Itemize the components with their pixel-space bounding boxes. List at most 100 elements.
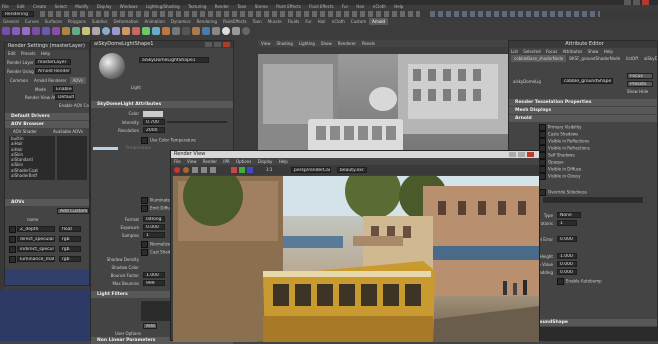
mesh-displays-header[interactable]: Mesh Displays bbox=[509, 107, 657, 114]
bounce-factor-field[interactable]: 1.000 bbox=[143, 272, 165, 278]
aovs-header[interactable]: AOVs bbox=[5, 199, 89, 206]
aov-list-item[interactable]: alShaderBrdf bbox=[11, 173, 55, 178]
maximize-button[interactable] bbox=[214, 42, 221, 47]
aov-name-field[interactable]: direct_specular bbox=[17, 236, 55, 242]
shelf-tab-surfaces[interactable]: Surfaces bbox=[42, 18, 65, 25]
cube-icon[interactable] bbox=[12, 27, 20, 35]
channel-select[interactable]: beauty.exr bbox=[337, 167, 367, 173]
aov-enable-checkbox[interactable] bbox=[9, 256, 16, 263]
tab-common[interactable]: Common bbox=[7, 77, 31, 84]
aov-type-select[interactable]: rgb bbox=[59, 256, 81, 262]
opaque[interactable]: Opaque bbox=[539, 159, 649, 166]
skydome-shape-name[interactable]: aiSkyDomeLightShape1 bbox=[139, 57, 209, 63]
render-layer-select[interactable]: masterLayer bbox=[35, 59, 71, 65]
render-icon[interactable] bbox=[174, 167, 180, 173]
shape-name-field[interactable]: cobble_groundShape bbox=[561, 78, 613, 84]
tea-icon[interactable] bbox=[232, 27, 240, 35]
viewport-menu-renderer[interactable]: Renderer bbox=[335, 40, 359, 47]
close-button[interactable] bbox=[642, 0, 649, 5]
render-using-select[interactable]: Arnold Renderer bbox=[35, 68, 71, 74]
use-color-temp-checkbox[interactable] bbox=[141, 137, 148, 144]
viewport-menu-view[interactable]: View bbox=[258, 40, 274, 47]
checkbox[interactable] bbox=[539, 173, 546, 180]
minimize-button[interactable] bbox=[509, 152, 516, 157]
rv-menu-view[interactable]: View bbox=[187, 159, 197, 164]
disp-height-field[interactable]: 1.000 bbox=[557, 253, 577, 259]
rs-menu-presets[interactable]: Presets bbox=[21, 51, 36, 56]
texture-icon[interactable] bbox=[162, 27, 170, 35]
menu-render[interactable]: Render bbox=[215, 4, 229, 9]
cast-shadows-checkbox[interactable] bbox=[141, 249, 148, 256]
aov-enable-checkbox[interactable] bbox=[9, 246, 16, 253]
shelf-tab-rendering[interactable]: Rendering bbox=[194, 18, 220, 25]
refresh-icon[interactable] bbox=[192, 167, 198, 173]
aov-row[interactable]: indirect_specular rgb bbox=[7, 245, 89, 253]
menu-paint-effects[interactable]: Paint Effects bbox=[276, 4, 301, 9]
resolution-field[interactable]: 2000 bbox=[143, 127, 165, 133]
add-custom-button[interactable]: Add Custom bbox=[57, 208, 89, 214]
aov-enable-checkbox[interactable] bbox=[9, 226, 16, 233]
menu-texturing[interactable]: Texturing bbox=[188, 4, 206, 9]
cone-icon[interactable] bbox=[32, 27, 40, 35]
rendered-image[interactable] bbox=[173, 176, 539, 342]
aov-name-field[interactable]: Z_depth bbox=[17, 226, 55, 232]
camera-select[interactable]: persp/renderCamera bbox=[291, 167, 331, 173]
visible-in-glossy[interactable]: Visible in Glossy bbox=[539, 173, 649, 180]
temperature-slider[interactable] bbox=[93, 147, 118, 150]
shelf-tab-polygons[interactable]: Polygons bbox=[65, 18, 89, 25]
channel-g-icon[interactable] bbox=[239, 167, 245, 173]
hide-button[interactable]: Hide bbox=[639, 89, 648, 94]
sphere-icon[interactable] bbox=[2, 27, 10, 35]
aov-type-select[interactable]: float bbox=[59, 226, 81, 232]
aov-row[interactable]: luminance_matte rgb bbox=[7, 255, 89, 263]
skydome-attributes-header[interactable]: SkyDomeLight Attributes bbox=[91, 101, 233, 108]
primary-visibility[interactable]: Primary Visibility bbox=[539, 124, 649, 131]
aov-name-field[interactable]: indirect_specular bbox=[17, 246, 55, 252]
render-view-aov-select[interactable]: Default bbox=[55, 94, 75, 100]
snapshot-icon[interactable] bbox=[210, 167, 216, 173]
shelf-tab-painteffects[interactable]: PaintEffects bbox=[220, 18, 250, 25]
rae-menu-show[interactable]: Show bbox=[588, 49, 599, 54]
menu-display[interactable]: Display bbox=[97, 4, 112, 9]
checkbox[interactable] bbox=[539, 131, 546, 138]
show-button[interactable]: Show bbox=[627, 89, 638, 94]
subdivisions-swatch[interactable] bbox=[543, 197, 643, 203]
visible-in-refractions[interactable]: Visible in Refractions bbox=[539, 145, 649, 152]
aov-shader-list[interactable]: builtin aiHair aiHair alSkin aiStandard … bbox=[9, 136, 55, 180]
intensity-field[interactable]: 0.700 bbox=[143, 119, 165, 125]
render-tessellation-header[interactable]: Render Tesselation Properties bbox=[509, 99, 657, 106]
rs-menu-help[interactable]: Help bbox=[41, 51, 50, 56]
shader-icon[interactable] bbox=[132, 27, 140, 35]
illuminates-checkbox[interactable] bbox=[141, 197, 148, 204]
skydome-icon[interactable] bbox=[102, 27, 110, 35]
viewport-menu-lighting[interactable]: Lighting bbox=[296, 40, 318, 47]
shelf-tab-subdivs[interactable]: Subdivs bbox=[89, 18, 111, 25]
light-filters-list[interactable] bbox=[141, 301, 171, 321]
plane-icon[interactable] bbox=[42, 27, 50, 35]
menu-toon[interactable]: Toon bbox=[237, 4, 246, 9]
aov-name-field[interactable]: luminance_matte bbox=[17, 256, 55, 262]
menu-hair[interactable]: Hair bbox=[356, 4, 364, 9]
shelf-tab-general[interactable]: General bbox=[0, 18, 22, 25]
checkbox[interactable] bbox=[539, 152, 546, 159]
menu-edit[interactable]: Edit bbox=[17, 4, 25, 9]
presets-button[interactable]: Presets bbox=[627, 81, 653, 87]
hypershade-icon[interactable] bbox=[202, 27, 210, 35]
menu-stereo[interactable]: Stereo bbox=[255, 4, 268, 9]
rae-menu-list[interactable]: List bbox=[511, 49, 518, 54]
shelf-tab-ncloth[interactable]: nCloth bbox=[329, 18, 348, 25]
casts-shadows[interactable]: Casts Shadows bbox=[539, 131, 649, 138]
emit-diffuse-checkbox[interactable] bbox=[141, 205, 148, 212]
photometric-icon[interactable] bbox=[112, 27, 120, 35]
menu-fluid-effects[interactable]: Fluid Effects bbox=[309, 4, 333, 9]
menu-windows[interactable]: Windows bbox=[120, 4, 138, 9]
render-icon[interactable] bbox=[72, 27, 80, 35]
rae-tab[interactable]: cobbleBase_shaderNode bbox=[511, 55, 567, 62]
standin-icon[interactable] bbox=[142, 27, 150, 35]
shelf-tab-animation[interactable]: Animation bbox=[142, 18, 168, 25]
shelf-tab-custom[interactable]: Custom bbox=[348, 18, 369, 25]
checkbox[interactable] bbox=[557, 278, 564, 285]
aov-enable-checkbox[interactable] bbox=[9, 236, 16, 243]
camera-icon[interactable] bbox=[172, 27, 180, 35]
aov-type-select[interactable]: rgb bbox=[59, 236, 81, 242]
